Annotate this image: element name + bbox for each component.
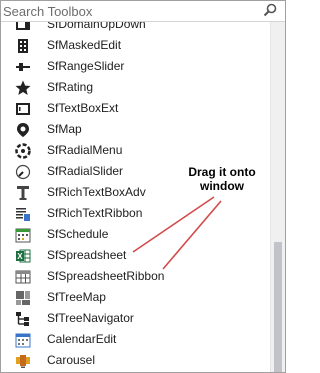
rich-text-icon: [17, 186, 29, 200]
svg-text:X: X: [17, 252, 23, 261]
schedule-icon: [15, 228, 31, 243]
tree-navigator-icon: [16, 312, 29, 326]
search-input[interactable]: [3, 3, 253, 19]
list-item[interactable]: SfSchedule: [1, 224, 271, 245]
radial-slider-icon: [15, 164, 31, 180]
search-icon[interactable]: [263, 3, 277, 17]
item-label: Carousel: [47, 353, 96, 367]
item-label: SfRadialSlider: [47, 164, 124, 178]
list-item[interactable]: CalendarEdit: [1, 329, 271, 350]
domain-updown-icon: [16, 22, 30, 30]
calendar-edit-icon: [15, 333, 31, 348]
masked-edit-icon: [18, 39, 28, 53]
item-label: SfRadialMenu: [47, 143, 123, 157]
list-item[interactable]: SfRadialMenu: [1, 140, 271, 161]
item-label: SfTextBoxExt: [47, 101, 119, 115]
item-label: SfTreeMap: [47, 290, 106, 304]
toolbox-search-bar: [1, 1, 285, 22]
annotation-text: Drag it onto window: [188, 165, 256, 193]
range-slider-icon: [16, 63, 30, 71]
map-pin-icon: [17, 123, 29, 137]
toolbox-panel: SfDomainUpDown SfMaskedEdit SfRangeSlide…: [0, 0, 286, 373]
list-item[interactable]: X SfSpreadsheet: [1, 245, 271, 266]
item-label: SfTreeNavigator: [47, 311, 134, 325]
list-item[interactable]: SfSpreadsheetRibbon: [1, 266, 271, 287]
list-item[interactable]: SfDomainUpDown: [1, 22, 271, 35]
toolbox-list: SfDomainUpDown SfMaskedEdit SfRangeSlide…: [1, 22, 271, 372]
list-item[interactable]: SfRichTextRibbon: [1, 203, 271, 224]
tree-map-icon: [16, 291, 30, 305]
list-item[interactable]: SfTreeNavigator: [1, 308, 271, 329]
item-label: SfSpreadsheet: [47, 248, 127, 262]
spreadsheet-ribbon-icon: [15, 270, 31, 284]
list-item[interactable]: SfMaskedEdit: [1, 35, 271, 56]
radial-menu-icon: [15, 143, 31, 159]
item-label: SfDomainUpDown: [47, 22, 146, 31]
item-label: SfRichTextBoxAdv: [47, 185, 146, 199]
item-label: SfSchedule: [47, 227, 109, 241]
list-item[interactable]: SfRating: [1, 77, 271, 98]
item-label: SfRating: [47, 80, 94, 94]
text-ribbon-icon: [16, 208, 30, 221]
item-label: SfSpreadsheetRibbon: [47, 269, 165, 283]
spreadsheet-icon: X: [16, 249, 31, 263]
item-label: SfRichTextRibbon: [47, 206, 143, 220]
list-item[interactable]: SfMap: [1, 119, 271, 140]
item-label: SfMaskedEdit: [47, 38, 122, 52]
item-label: SfRangeSlider: [47, 59, 125, 73]
carousel-icon: [16, 355, 30, 368]
textbox-icon: [16, 103, 30, 115]
scrollbar-thumb[interactable]: [274, 242, 282, 372]
list-item[interactable]: SfTreeMap: [1, 287, 271, 308]
item-label: SfMap: [47, 122, 82, 136]
vertical-scrollbar[interactable]: [270, 22, 285, 372]
list-item[interactable]: SfTextBoxExt: [1, 98, 271, 119]
star-icon: [15, 80, 31, 95]
list-item[interactable]: SfRangeSlider: [1, 56, 271, 77]
item-label: CalendarEdit: [47, 332, 117, 346]
list-item[interactable]: Carousel: [1, 350, 271, 371]
